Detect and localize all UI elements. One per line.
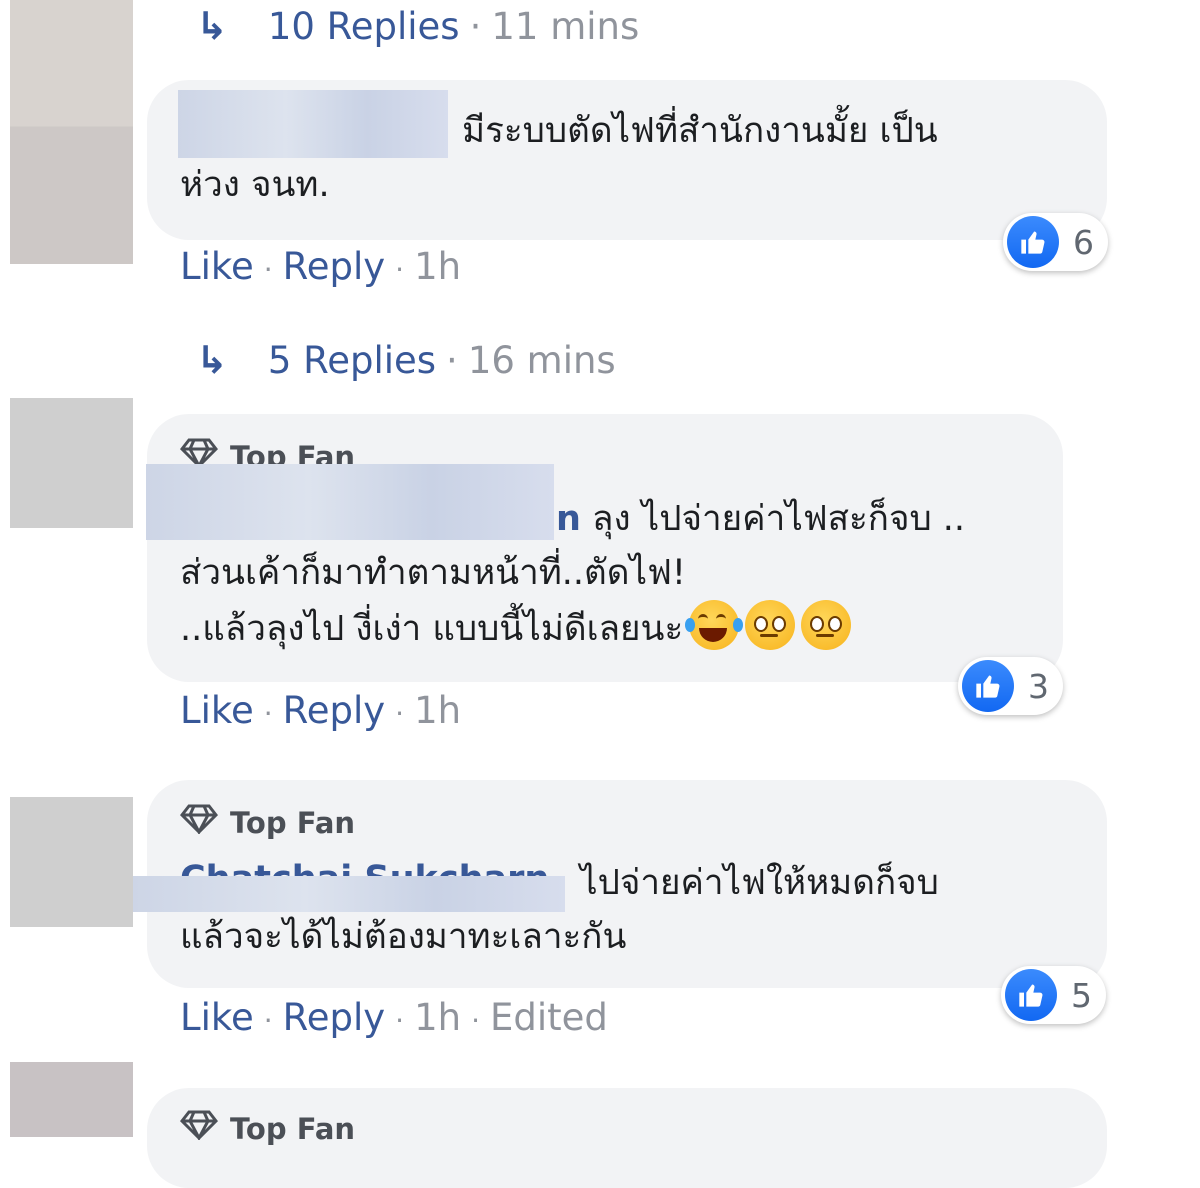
author-name-fragment[interactable]: n <box>556 492 581 546</box>
reaction-count[interactable]: 6 <box>1003 213 1108 271</box>
comment-actions: Like · Reply · 1h · Edited <box>180 996 608 1039</box>
like-link[interactable]: Like <box>180 245 254 288</box>
rolling-eyes-emoji-icon <box>801 600 852 650</box>
reaction-count[interactable]: 3 <box>958 657 1063 715</box>
reaction-number: 3 <box>1028 666 1049 706</box>
comment-actions: Like · Reply · 1h <box>180 245 461 288</box>
thumbs-up-icon <box>1005 969 1057 1021</box>
comment-text: ..แล้วลุงไป งี่เง่า แบบนี้ไม่ดีเลยนะ <box>180 609 684 649</box>
avatar[interactable] <box>10 398 133 528</box>
reaction-number: 5 <box>1071 975 1092 1015</box>
comment-actions: Like · Reply · 1h <box>180 689 461 732</box>
view-replies-link[interactable]: 10 Replies <box>268 5 460 48</box>
blurred-author-name[interactable] <box>178 90 448 158</box>
separator-dot: · <box>395 1004 405 1037</box>
reply-link[interactable]: Reply <box>283 996 385 1039</box>
top-fan-badge: Top Fan <box>180 804 355 841</box>
thread1-replies-row[interactable]: ↳ 10 Replies · 11 mins <box>196 4 639 48</box>
avatar[interactable] <box>10 0 133 264</box>
reply-link[interactable]: Reply <box>283 689 385 732</box>
comment-time[interactable]: 1h <box>414 689 461 732</box>
laughing-emoji-icon <box>685 600 744 650</box>
avatar[interactable] <box>10 1062 133 1137</box>
diamond-icon <box>180 1110 218 1147</box>
reply-link[interactable]: Reply <box>283 245 385 288</box>
replies-time: 11 mins <box>491 4 640 48</box>
like-link[interactable]: Like <box>180 689 254 732</box>
separator-dot: · <box>395 253 405 286</box>
like-link[interactable]: Like <box>180 996 254 1039</box>
thumbs-up-icon <box>962 660 1014 712</box>
reaction-number: 6 <box>1073 222 1094 262</box>
thumbs-up-icon <box>1007 216 1059 268</box>
view-replies-link[interactable]: 5 Replies <box>268 339 436 382</box>
separator-dot: · <box>263 697 273 730</box>
separator-dot: · <box>395 697 405 730</box>
top-fan-badge: Top Fan <box>180 1110 355 1147</box>
separator-dot: · <box>446 338 458 382</box>
separator-dot: · <box>471 1004 480 1037</box>
reply-arrow-icon: ↳ <box>196 4 228 48</box>
thread2-replies-row[interactable]: ↳ 5 Replies · 16 mins <box>196 338 616 382</box>
comment-time[interactable]: 1h <box>414 996 461 1039</box>
separator-dot: · <box>469 4 482 48</box>
diamond-icon <box>180 804 218 841</box>
comment-text: ไปจ่ายค่าไฟให้หมดก็จบ <box>580 863 939 903</box>
reply-arrow-icon: ↳ <box>196 338 228 382</box>
comment-time[interactable]: 1h <box>414 245 461 288</box>
comment-text: แล้วจะได้ไม่ต้องมาทะเลาะกัน <box>180 917 627 957</box>
comment-text-line: ..แล้วลุงไป งี่เง่า แบบนี้ไม่ดีเลยนะ <box>180 600 852 656</box>
comment-text: มีระบบตัดไฟที่สำนักงานมั้ย เป็น <box>462 111 938 151</box>
comment-text: ลุง ไปจ่ายค่าไฟสะก็จบ .. <box>592 499 966 539</box>
reaction-count[interactable]: 5 <box>1001 966 1106 1024</box>
separator-dot: · <box>263 1004 273 1037</box>
comment-text: ส่วนเค้าก็มาทำตามหน้าที่..ตัดไฟ! <box>180 553 686 593</box>
comment-text: ห่วง จนท. <box>180 165 330 205</box>
avatar[interactable] <box>10 797 133 927</box>
blurred-author-name[interactable] <box>146 464 554 540</box>
rolling-eyes-emoji-icon <box>745 600 796 650</box>
replies-time: 16 mins <box>467 338 616 382</box>
separator-dot: · <box>263 253 273 286</box>
blurred-author-name[interactable] <box>133 876 565 912</box>
edited-label[interactable]: Edited <box>490 996 608 1039</box>
